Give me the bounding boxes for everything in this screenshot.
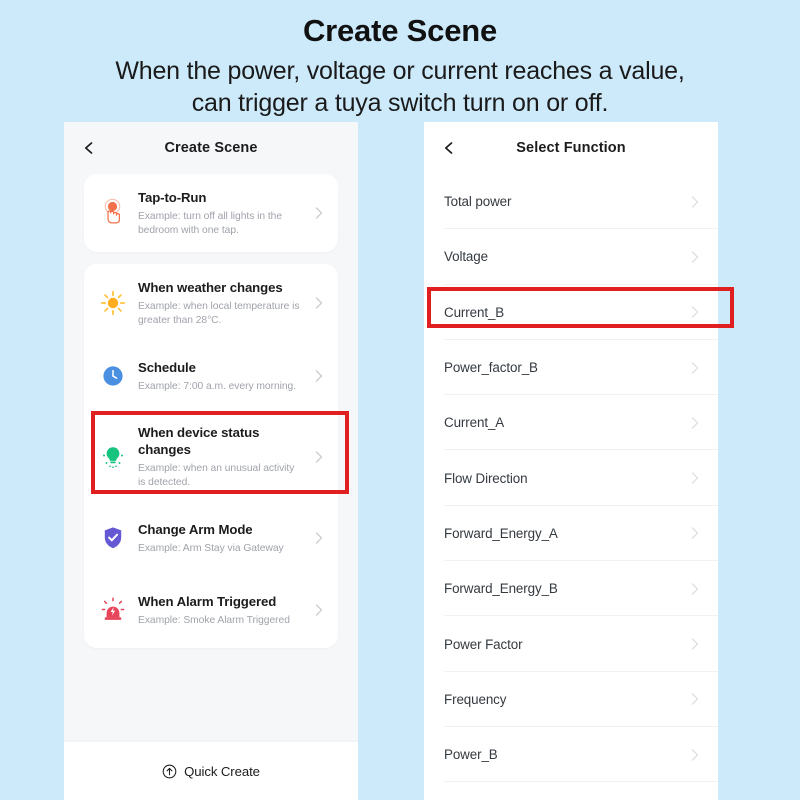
scene-description: Example: when local temperature is great… [138, 301, 300, 326]
chevron-right-icon[interactable] [690, 748, 700, 762]
function-row-frequency[interactable]: Frequency [424, 672, 718, 727]
chevron-left-icon[interactable] [442, 141, 456, 155]
scene-text-alarm-triggered: When Alarm Triggered Example: Smoke Alar… [138, 593, 314, 628]
scene-card-tap-to-run: Tap-to-Run Example: turn off all lights … [84, 174, 338, 253]
function-label: Current_A [444, 415, 505, 431]
function-label: Flow Direction [444, 470, 528, 486]
function-row-forward-energy-a[interactable]: Forward_Energy_A [424, 506, 718, 562]
function-row-voltage[interactable]: Voltage [424, 229, 718, 285]
create-scene-screen: Create Scene Tap-to-Run Example: turn of… [64, 122, 358, 800]
quick-create-label: Quick Create [184, 763, 260, 779]
function-label: Power_factor_B [444, 360, 538, 376]
right-screen-title: Select Function [516, 140, 626, 156]
scene-description: Example: turn off all lights in the bedr… [138, 211, 283, 236]
chevron-right-icon[interactable] [314, 369, 324, 383]
function-row-power-factor[interactable]: Power Factor [424, 616, 718, 672]
function-row-current-b[interactable]: Current_B [424, 285, 718, 340]
chevron-left-icon[interactable] [82, 141, 96, 155]
function-label: Total power [444, 194, 512, 210]
scene-type-list: Tap-to-Run Example: turn off all lights … [64, 174, 358, 800]
chevron-right-icon[interactable] [690, 250, 700, 264]
light-bulb-icon [96, 440, 130, 474]
scene-title: When device status changes [138, 425, 260, 458]
chevron-right-icon[interactable] [690, 361, 700, 375]
scene-description: Example: when an unusual activity is det… [138, 463, 295, 488]
chevron-right-icon[interactable] [690, 692, 700, 706]
row-divider [444, 781, 718, 783]
function-label: Frequency [444, 691, 507, 707]
chevron-right-icon[interactable] [690, 305, 700, 319]
function-list: Total power Voltage Current_B Power_fact… [424, 174, 718, 800]
chevron-right-icon[interactable] [314, 531, 324, 545]
chevron-right-icon[interactable] [690, 416, 700, 430]
banner-subtitle-line-1: When the power, voltage or current reach… [115, 57, 685, 86]
scene-row-alarm-triggered[interactable]: When Alarm Triggered Example: Smoke Alar… [84, 574, 338, 646]
function-row-power-factor-b[interactable]: Power_factor_B [424, 340, 718, 396]
scene-row-device-status-changes[interactable]: When device status changes Example: when… [84, 412, 338, 502]
banner-subtitle-line-2: can trigger a tuya switch turn on or off… [191, 89, 609, 118]
sun-icon [96, 286, 130, 320]
function-row-total-power[interactable]: Total power [424, 174, 718, 230]
scene-description: Example: Arm Stay via Gateway [138, 542, 284, 554]
scene-row-tap-to-run[interactable]: Tap-to-Run Example: turn off all lights … [84, 176, 338, 250]
function-row-power-b[interactable]: Power_B [424, 727, 718, 783]
scene-title: Tap-to-Run [138, 190, 207, 205]
scene-text-tap-to-run: Tap-to-Run Example: turn off all lights … [138, 189, 314, 237]
chevron-right-icon[interactable] [690, 637, 700, 651]
chevron-right-icon[interactable] [690, 582, 700, 596]
scene-title: Schedule [138, 360, 196, 376]
chevron-right-icon[interactable] [314, 450, 324, 464]
scene-row-change-arm-mode[interactable]: Change Arm Mode Example: Arm Stay via Ga… [84, 502, 338, 574]
chevron-right-icon[interactable] [690, 471, 700, 485]
scene-text-device-status-changes: When device status changes Example: when… [138, 425, 314, 489]
clock-icon [96, 359, 130, 393]
chevron-right-icon[interactable] [314, 206, 324, 220]
quick-create-button[interactable]: Quick Create [64, 742, 358, 800]
chevron-right-icon[interactable] [314, 603, 324, 617]
left-screen-header: Create Scene [64, 122, 358, 174]
scene-card-triggers: When weather changes Example: when local… [84, 264, 338, 649]
function-row-current-a[interactable]: Current_A [424, 395, 718, 451]
chevron-right-icon[interactable] [690, 526, 700, 540]
function-row-flow-direction[interactable]: Flow Direction [424, 450, 718, 506]
select-function-screen: Select Function Total power Voltage Curr… [424, 122, 718, 800]
function-label: Power_B [444, 747, 498, 763]
function-label: Voltage [444, 249, 488, 265]
scene-title: Change Arm Mode [138, 521, 253, 537]
scene-text-schedule: Schedule Example: 7:00 a.m. every mornin… [138, 359, 314, 394]
function-row-forward-energy-b[interactable]: Forward_Energy_B [424, 561, 718, 617]
scene-title: When Alarm Triggered [138, 593, 277, 609]
right-screen-header: Select Function [424, 122, 718, 174]
function-label: Forward_Energy_B [444, 581, 558, 597]
page-title: Create Scene [302, 13, 498, 48]
function-label: Forward_Energy_A [444, 525, 558, 541]
scene-text-weather-changes: When weather changes Example: when local… [138, 279, 314, 327]
scene-text-change-arm-mode: Change Arm Mode Example: Arm Stay via Ga… [138, 521, 314, 556]
scene-description: Example: 7:00 a.m. every morning. [138, 381, 297, 393]
arrow-up-circle-icon [162, 764, 177, 779]
left-screen-title: Create Scene [164, 140, 258, 156]
function-label: Current_B [444, 304, 505, 320]
shield-check-icon [96, 521, 130, 555]
alarm-siren-icon [96, 593, 130, 627]
scene-row-weather-changes[interactable]: When weather changes Example: when local… [84, 266, 338, 340]
chevron-right-icon[interactable] [314, 296, 324, 310]
function-label: Power Factor [444, 636, 523, 652]
chevron-right-icon[interactable] [690, 195, 700, 209]
banner: Create Scene When the power, voltage or … [0, 0, 800, 120]
scene-title: When weather changes [138, 280, 283, 296]
scene-description: Example: Smoke Alarm Triggered [138, 614, 290, 626]
scene-row-schedule[interactable]: Schedule Example: 7:00 a.m. every mornin… [84, 340, 338, 412]
tap-to-run-icon [96, 196, 130, 230]
